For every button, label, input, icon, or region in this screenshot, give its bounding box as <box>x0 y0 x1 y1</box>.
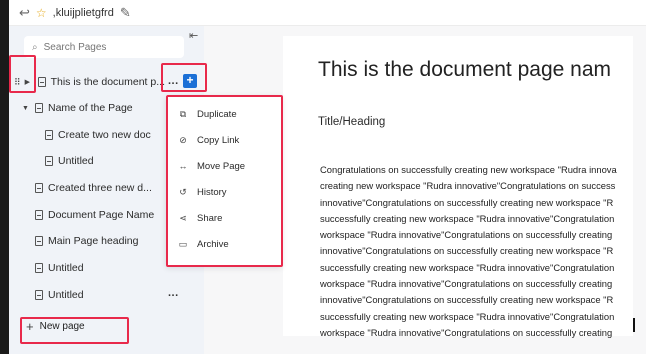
sidebar-item-label: Create two new doc <box>58 129 151 141</box>
page-context-menu: ⧉ Duplicate ⊘ Copy Link ↔ Move Page ↺ Hi… <box>166 95 282 266</box>
search-box[interactable]: ⌕ <box>24 36 184 58</box>
body-line: workspace "Rudra innovative"Congratulati… <box>320 326 613 338</box>
page-icon <box>35 290 43 300</box>
add-subpage-button[interactable]: + <box>183 74 197 88</box>
body-line: innovative"Congratulations on successful… <box>320 196 614 208</box>
search-icon: ⌕ <box>32 41 38 53</box>
body-line: workspace "Rudra innovative"Congratulati… <box>320 229 613 241</box>
page-icon <box>35 263 43 273</box>
menu-item-label: Copy Link <box>197 134 240 146</box>
sidebar-item-label: Name of the Page <box>48 102 133 114</box>
drag-handle-icon[interactable]: ⠿ <box>14 77 21 88</box>
menu-item-archive[interactable]: ▭ Archive <box>178 236 229 252</box>
duplicate-icon: ⧉ <box>179 108 187 119</box>
sidebar-item-untitled[interactable]: Untitled <box>35 285 84 305</box>
collapse-caret-icon[interactable]: ▼ <box>22 105 30 112</box>
new-page-button[interactable]: + New page <box>26 320 85 333</box>
body-line: innovative"Congratulations on successful… <box>320 245 614 257</box>
sidebar-item-untitled[interactable]: Untitled <box>45 151 94 171</box>
sidebar-item-label: Created three new d... <box>48 182 152 194</box>
page-subheading[interactable]: Title/Heading <box>318 116 385 128</box>
expand-caret-icon[interactable]: ▶ <box>25 78 33 86</box>
link-icon: ⊘ <box>179 134 187 145</box>
menu-item-copy-link[interactable]: ⊘ Copy Link <box>178 132 239 148</box>
more-options-button[interactable]: ... <box>168 287 179 299</box>
search-input[interactable] <box>43 41 164 53</box>
edit-pencil-icon[interactable]: ✎ <box>120 6 131 19</box>
sidebar-item-label: Main Page heading <box>48 235 139 247</box>
body-line: successfully creating new workspace "Rud… <box>320 261 615 273</box>
body-line: workspace "Rudra innovative"Congratulati… <box>320 278 613 290</box>
menu-item-label: Move Page <box>197 160 246 172</box>
body-line: innovative"Congratulations on successful… <box>320 294 614 306</box>
sidebar-item-label: This is the document p... <box>50 76 165 88</box>
sidebar-item-main-page-heading[interactable]: Main Page heading <box>35 231 139 251</box>
menu-item-label: Share <box>197 212 223 224</box>
page-icon <box>37 77 46 87</box>
sidebar-item-create-two-new-doc[interactable]: Create two new doc <box>45 125 151 145</box>
menu-item-label: Archive <box>197 238 229 250</box>
body-line: Congratulations on successfully creating… <box>320 164 617 175</box>
menu-item-move-page[interactable]: ↔ Move Page <box>178 158 246 174</box>
history-icon: ↺ <box>179 186 187 197</box>
menu-item-history[interactable]: ↺ History <box>178 184 227 200</box>
sidebar-item-name-of-the-page[interactable]: ▼ Name of the Page <box>22 98 133 118</box>
breadcrumb: ↩ ☆ ,kluijplietgfrd ✎ <box>9 0 646 26</box>
menu-item-label: Duplicate <box>197 108 237 120</box>
menu-item-duplicate[interactable]: ⧉ Duplicate <box>178 106 237 122</box>
page-icon <box>45 156 53 166</box>
sidebar-item-label: Document Page Name <box>48 209 155 221</box>
workspace-name: ,kluijplietgfrd <box>52 6 114 19</box>
move-icon: ↔ <box>178 161 188 171</box>
sidebar-item-label: Untitled <box>58 155 94 167</box>
page-icon <box>35 210 43 220</box>
document-body[interactable]: Congratulations on successfully creating… <box>320 162 634 341</box>
more-options-button[interactable]: ... <box>168 75 179 87</box>
collapse-sidebar-icon[interactable]: ⇤ <box>189 29 198 42</box>
sidebar-item-label: Untitled <box>48 289 84 301</box>
share-icon: ⋖ <box>179 212 187 223</box>
archive-icon: ▭ <box>178 238 188 249</box>
sidebar-item-label: Untitled <box>48 262 84 274</box>
text-cursor <box>633 318 635 332</box>
page-title[interactable]: This is the document page nam <box>318 58 611 82</box>
menu-item-label: History <box>197 186 227 198</box>
sidebar-item-document-page[interactable]: ⠿ ▶ This is the document p... <box>14 72 165 92</box>
page-icon <box>35 183 43 193</box>
sidebar-item-untitled[interactable]: Untitled <box>35 258 84 278</box>
page-icon <box>35 236 43 246</box>
star-icon[interactable]: ☆ <box>36 7 47 19</box>
page-icon <box>35 103 43 113</box>
back-arrow-icon[interactable]: ↩ <box>19 6 30 19</box>
page-icon <box>45 130 53 140</box>
new-page-label: New page <box>39 321 85 332</box>
window-edge <box>0 0 9 354</box>
sidebar-item-document-page-name[interactable]: Document Page Name <box>35 205 154 225</box>
sidebar-item-created-three-new[interactable]: Created three new d... <box>35 178 152 198</box>
body-line: successfully creating new workspace "Rud… <box>320 310 615 322</box>
body-line: creating new workspace "Rudra innovative… <box>320 180 616 192</box>
body-line: successfully creating new workspace "Rud… <box>320 212 615 224</box>
plus-icon: + <box>26 319 34 334</box>
menu-item-share[interactable]: ⋖ Share <box>178 210 222 226</box>
